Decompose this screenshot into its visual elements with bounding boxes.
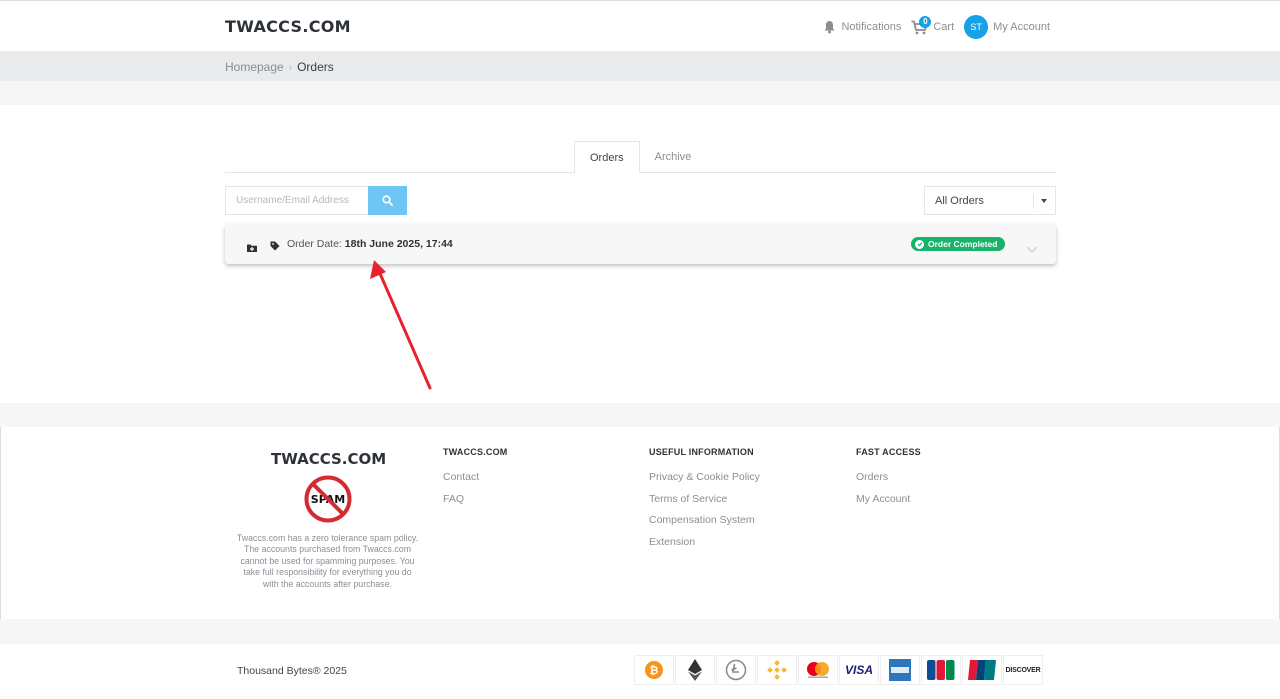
- breadcrumb-bar: Homepage › Orders: [0, 51, 1280, 81]
- avatar: ST: [964, 15, 989, 39]
- binance-icon: [757, 655, 797, 685]
- spacer-band: [0, 619, 1280, 644]
- footer-link-contact[interactable]: Contact: [443, 471, 508, 493]
- chevron-right-icon: ›: [288, 61, 293, 73]
- status-badge-label: Order Completed: [928, 239, 998, 249]
- bell-icon: [823, 20, 836, 34]
- order-date-value: 18th June 2025, 17:44: [344, 238, 453, 250]
- footer-link-orders[interactable]: Orders: [856, 471, 921, 493]
- footer-column-twaccs: TWACCS.COM Contact FAQ: [443, 447, 508, 514]
- spacer-band: [0, 403, 1280, 427]
- footer-link-my-account[interactable]: My Account: [856, 493, 921, 515]
- header-actions: Notifications 0 Cart ST My Account: [823, 15, 1050, 39]
- breadcrumb: Homepage › Orders: [225, 60, 334, 74]
- order-filter-select[interactable]: All Orders: [924, 186, 1056, 215]
- mastercard-icon: [798, 655, 838, 685]
- spacer-band: [0, 81, 1280, 105]
- amex-icon: [880, 655, 920, 685]
- order-date-label: Order Date:: [287, 238, 342, 250]
- svg-text:₿: ₿: [650, 664, 659, 677]
- caret-down-icon: [1041, 199, 1047, 203]
- search-input[interactable]: [225, 186, 368, 215]
- breadcrumb-home[interactable]: Homepage: [225, 60, 284, 74]
- footer-link-terms[interactable]: Terms of Service: [649, 493, 760, 515]
- footer-column-title: USEFUL INFORMATION: [649, 447, 754, 457]
- unionpay-icon: [962, 655, 1002, 685]
- footer-column-title: TWACCS.COM: [443, 447, 508, 457]
- my-account-button[interactable]: ST My Account: [964, 15, 1050, 39]
- my-account-label: My Account: [993, 21, 1050, 33]
- footer-link-compensation[interactable]: Compensation System: [649, 514, 760, 536]
- bottom-bar: Thousand Bytes® 2025 ₿ VISA DISCOVER: [0, 644, 1280, 699]
- footer: TWACCS.COM SPAM Twaccs.com has a zero to…: [0, 427, 1280, 619]
- footer-column-useful-information: USEFUL INFORMATION Privacy & Cookie Poli…: [649, 447, 760, 558]
- breadcrumb-current: Orders: [297, 60, 334, 74]
- footer-link-extension[interactable]: Extension: [649, 536, 760, 558]
- jcb-icon: [921, 655, 961, 685]
- search-button[interactable]: [368, 186, 407, 215]
- notifications-button[interactable]: Notifications: [823, 20, 901, 34]
- litecoin-icon: [716, 655, 756, 685]
- top-header: TWACCS.COM Notifications 0 Cart ST My Ac…: [0, 0, 1280, 51]
- no-spam-icon: SPAM: [304, 475, 352, 523]
- ethereum-icon: [675, 655, 715, 685]
- site-logo[interactable]: TWACCS.COM: [225, 17, 351, 36]
- order-tabs: Orders Archive: [574, 141, 706, 173]
- cart-count-badge: 0: [919, 15, 932, 28]
- order-filter-value: All Orders: [935, 195, 984, 207]
- chevron-down-icon[interactable]: [1026, 240, 1038, 258]
- footer-logo: TWACCS.COM: [271, 450, 387, 468]
- notifications-label: Notifications: [841, 21, 902, 33]
- footer-column-title: FAST ACCESS: [856, 447, 921, 457]
- annotation-arrow: [370, 260, 432, 390]
- copyright: Thousand Bytes® 2025: [237, 665, 347, 677]
- status-badge: Order Completed: [911, 237, 1006, 251]
- search-icon: [382, 195, 393, 206]
- check-icon: [915, 239, 924, 249]
- order-row[interactable]: Order Date: 18th June 2025, 17:44 Order …: [225, 224, 1056, 264]
- tab-orders[interactable]: Orders: [574, 141, 640, 173]
- tab-archive[interactable]: Archive: [640, 141, 707, 173]
- visa-icon: VISA: [839, 655, 879, 685]
- folder-plus-icon: [247, 239, 257, 257]
- spam-policy-text: Twaccs.com has a zero tolerance spam pol…: [236, 533, 419, 589]
- cart-label: Cart: [933, 21, 955, 33]
- order-date: Order Date: 18th June 2025, 17:44: [287, 238, 453, 250]
- footer-link-faq[interactable]: FAQ: [443, 493, 508, 515]
- tag-icon: [270, 238, 280, 256]
- payment-methods: ₿ VISA DISCOVER: [634, 655, 1043, 685]
- bitcoin-icon: ₿: [634, 655, 674, 685]
- footer-link-privacy[interactable]: Privacy & Cookie Policy: [649, 471, 760, 493]
- cart-icon: 0: [911, 15, 932, 35]
- cart-button[interactable]: 0 Cart: [911, 15, 955, 35]
- search-box: [225, 186, 407, 215]
- footer-column-fast-access: FAST ACCESS Orders My Account: [856, 447, 921, 514]
- discover-icon: DISCOVER: [1003, 655, 1043, 685]
